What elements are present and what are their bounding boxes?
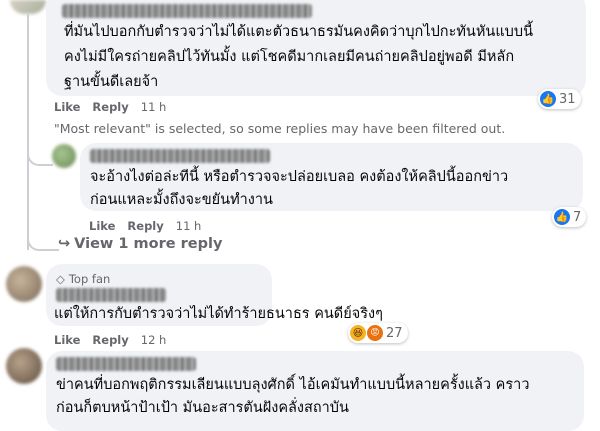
reply-connector <box>27 225 59 251</box>
reaction-count[interactable]: 👍 31 <box>538 89 581 109</box>
comment-bubble: ◇ Top fan แต่ให้การกับตำรวจว่าไม่ได้ทำร้า… <box>46 264 383 326</box>
comment-text-line: ข่าคนที่บอกพฤติกรรมเลียนแบบลุงศักดิ์ ไอ้… <box>56 377 530 393</box>
view-more-label: View 1 more reply <box>74 236 223 252</box>
comment-text-line: ก่อนก็ตบหน้าป้าเป้า มันอะสารตันฝังคลั่งส… <box>56 400 349 416</box>
like-button[interactable]: Like <box>89 219 115 233</box>
commenter-name[interactable] <box>56 357 196 371</box>
comment-actions: Like Reply 12 h <box>54 333 166 347</box>
like-icon: 👍 <box>540 91 556 107</box>
reaction-count-value: 27 <box>386 325 403 341</box>
reaction-count-value: 31 <box>559 91 576 107</box>
like-button[interactable]: Like <box>54 100 80 114</box>
filter-notice: "Most relevant" is selected, so some rep… <box>54 121 506 136</box>
badge-label: Top fan <box>68 272 111 286</box>
comment-text-line: ฐานขั้นดีเลยจ้า <box>64 74 159 90</box>
comment-actions: Like Reply 11 h <box>89 219 201 233</box>
top-fan-badge: ◇ Top fan <box>56 272 110 286</box>
comment-text-line: ที่มันไปบอกกับตำรวจว่าไม่ได้แตะตัวธนาธรม… <box>64 24 533 40</box>
commenter-name[interactable] <box>90 149 270 163</box>
commenter-name[interactable] <box>62 4 312 18</box>
comment-text-line: แต่ให้การกับตำรวจว่าไม่ได้ทำร้ายธนาธร คน… <box>54 306 383 322</box>
reply-button[interactable]: Reply <box>92 100 128 114</box>
comment-actions: Like Reply 11 h <box>54 100 166 114</box>
diamond-icon: ◇ <box>56 272 65 286</box>
comment-bubble: จะอ้างไงต่อล่ะทีนี้ หรือตำรวจจะปล่อยเบลอ… <box>80 143 583 211</box>
reply-button[interactable]: Reply <box>92 333 128 347</box>
view-more-replies[interactable]: ↪ View 1 more reply <box>58 236 222 252</box>
commenter-name[interactable] <box>56 288 166 302</box>
thread-line <box>27 14 29 250</box>
comment-text-line: จะอ้างไงต่อล่ะทีนี้ หรือตำรวจจะปล่อยเบลอ… <box>90 169 509 185</box>
like-button[interactable]: Like <box>54 333 80 347</box>
timestamp[interactable]: 11 h <box>176 219 202 233</box>
reaction-count[interactable]: 😆 😡 27 <box>348 323 408 343</box>
angry-icon: 😡 <box>367 325 383 341</box>
avatar[interactable] <box>10 0 46 14</box>
comment-bubble: ที่มันไปบอกกับตำรวจว่าไม่ได้แตะตัวธนาธรม… <box>46 0 586 96</box>
reaction-count-value: 7 <box>573 209 582 225</box>
like-icon: 👍 <box>554 209 570 225</box>
comment-text-line: คงไม่มีใครถ่ายคลิปไว้ทันมั้ง แต่โชคดีมาก… <box>64 49 515 65</box>
comment-bubble: ข่าคนที่บอกพฤติกรรมเลียนแบบลุงศักดิ์ ไอ้… <box>46 351 584 431</box>
timestamp[interactable]: 11 h <box>141 100 167 114</box>
comment-text-line: ก่อนแหละมั้งถึงจะขยันทำงาน <box>90 192 273 208</box>
avatar[interactable] <box>6 348 42 384</box>
avatar[interactable] <box>52 144 76 168</box>
reply-arrow-icon: ↪ <box>58 236 71 252</box>
haha-icon: 😆 <box>350 325 366 341</box>
timestamp[interactable]: 12 h <box>141 333 167 347</box>
reply-button[interactable]: Reply <box>127 219 163 233</box>
reaction-count[interactable]: 👍 7 <box>552 207 587 227</box>
avatar[interactable] <box>6 266 42 302</box>
reply-connector <box>27 140 53 166</box>
